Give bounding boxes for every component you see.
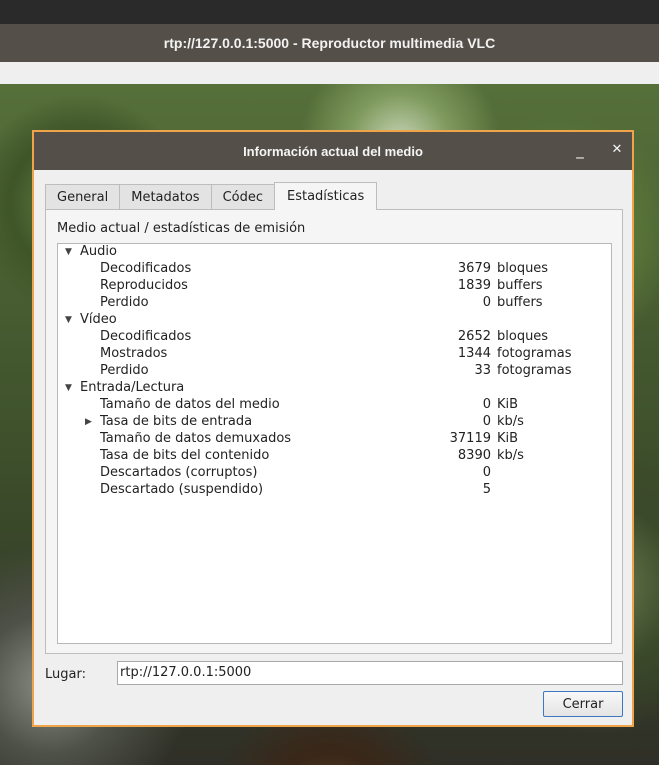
stat-value: 1839: [457, 278, 491, 293]
minimize-icon[interactable]: _: [570, 140, 590, 160]
menu-bar: [0, 62, 659, 85]
stat-label: Tamaño de datos demuxados: [100, 431, 292, 446]
stat-unit: fotogramas: [497, 346, 572, 361]
stat-label: Descartado (suspendido): [100, 482, 264, 497]
stat-value: 0: [482, 295, 491, 310]
stat-label: Decodificados: [100, 329, 192, 344]
stat-value: 3679: [457, 261, 491, 276]
stat-label: Tamaño de datos del medio: [100, 397, 280, 412]
close-icon[interactable]: ✕: [607, 140, 627, 160]
close-button[interactable]: Cerrar: [543, 691, 623, 717]
tree-row[interactable]: Mostrados 1344 fotogramas: [58, 346, 611, 363]
tab-bar: General Metadatos Códec Estadísticas: [45, 182, 378, 210]
stat-value: 8390: [457, 448, 491, 463]
stat-value: 0: [482, 414, 491, 429]
stat-unit: buffers: [497, 295, 543, 310]
tree-row[interactable]: Decodificados 2652 bloques: [58, 329, 611, 346]
stat-unit: bloques: [497, 329, 549, 344]
stat-value: 37119: [449, 431, 491, 446]
statistics-tree[interactable]: ▼ Audio Decodificados 3679 bloques Repro…: [57, 243, 612, 644]
stat-label: Reproducidos: [100, 278, 188, 293]
expand-right-icon[interactable]: ▶: [85, 417, 92, 427]
tree-row[interactable]: Tasa de bits del contenido 8390 kb/s: [58, 448, 611, 465]
place-label: Lugar:: [45, 667, 86, 682]
media-info-dialog: Información actual del medio _ ✕ General…: [32, 130, 634, 727]
main-window-title: rtp://127.0.0.1:5000 - Reproductor multi…: [0, 24, 659, 62]
tree-row[interactable]: ▶ Tasa de bits de entrada 0 kb/s: [58, 414, 611, 431]
tab-metadatos[interactable]: Metadatos: [119, 184, 212, 210]
stat-label: Perdido: [100, 363, 149, 378]
tree-row[interactable]: Perdido 0 buffers: [58, 295, 611, 312]
stat-value: 2652: [457, 329, 491, 344]
tree-row[interactable]: Perdido 33 fotogramas: [58, 363, 611, 380]
stat-label: Mostrados: [100, 346, 168, 361]
tree-row[interactable]: Reproducidos 1839 buffers: [58, 278, 611, 295]
tree-row[interactable]: Tamaño de datos demuxados 37119 KiB: [58, 431, 611, 448]
expand-down-icon[interactable]: ▼: [65, 247, 72, 257]
stat-label: Decodificados: [100, 261, 192, 276]
stat-value: 1344: [457, 346, 491, 361]
tab-codec[interactable]: Códec: [210, 184, 275, 210]
tab-estadisticas[interactable]: Estadísticas: [274, 182, 378, 210]
stat-value: 5: [482, 482, 491, 497]
tree-group-audio[interactable]: ▼ Audio: [58, 244, 611, 261]
tree-group-input[interactable]: ▼ Entrada/Lectura: [58, 380, 611, 397]
stat-unit: bloques: [497, 261, 549, 276]
tree-row[interactable]: Tamaño de datos del medio 0 KiB: [58, 397, 611, 414]
tree-group-label: Entrada/Lectura: [80, 380, 185, 395]
stat-unit: KiB: [497, 431, 519, 446]
stat-label: Perdido: [100, 295, 149, 310]
tree-row[interactable]: Descartados (corruptos) 0: [58, 465, 611, 482]
stat-label: Tasa de bits del contenido: [100, 448, 270, 463]
stat-value: 33: [474, 363, 491, 378]
stat-label: Descartados (corruptos): [100, 465, 258, 480]
stat-value: 0: [482, 397, 491, 412]
top-system-bar: [0, 0, 659, 24]
expand-down-icon[interactable]: ▼: [65, 383, 72, 393]
tree-row[interactable]: Decodificados 3679 bloques: [58, 261, 611, 278]
stat-unit: kb/s: [497, 448, 524, 463]
tree-group-label: Vídeo: [80, 312, 117, 327]
place-input[interactable]: rtp://127.0.0.1:5000: [117, 661, 623, 685]
expand-down-icon[interactable]: ▼: [65, 315, 72, 325]
statistics-panel: Medio actual / estadísticas de emisión ▼…: [45, 209, 623, 654]
stat-unit: KiB: [497, 397, 519, 412]
stat-value: 0: [482, 465, 491, 480]
stat-unit: kb/s: [497, 414, 524, 429]
tree-group-label: Audio: [80, 244, 117, 259]
stat-unit: buffers: [497, 278, 543, 293]
tree-group-video[interactable]: ▼ Vídeo: [58, 312, 611, 329]
tab-general[interactable]: General: [45, 184, 121, 210]
panel-label: Medio actual / estadísticas de emisión: [57, 221, 306, 236]
stat-unit: fotogramas: [497, 363, 572, 378]
stat-label: Tasa de bits de entrada: [100, 414, 253, 429]
tree-row[interactable]: Descartado (suspendido) 5: [58, 482, 611, 499]
dialog-title: Información actual del medio: [34, 132, 632, 170]
